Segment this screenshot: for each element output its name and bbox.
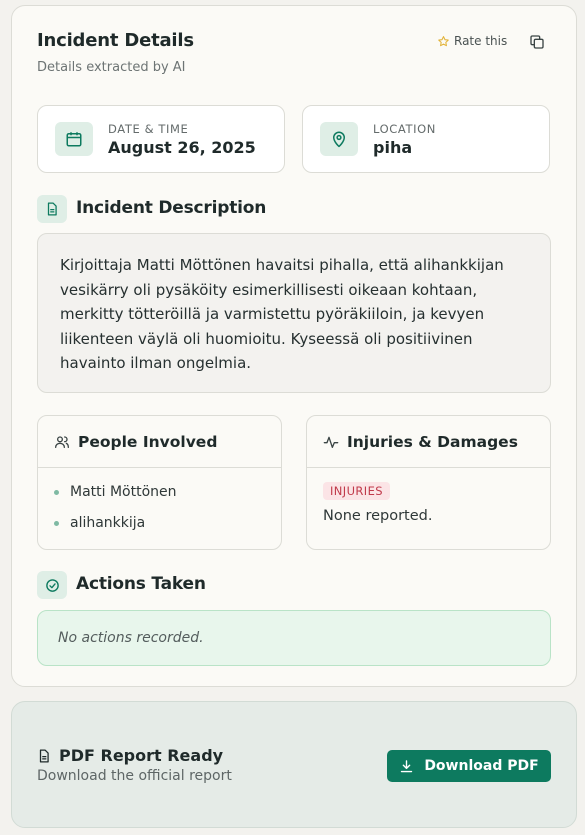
location-label: LOCATION bbox=[373, 122, 436, 136]
incident-details-card: Incident Details Details extracted by AI… bbox=[11, 5, 577, 687]
document-icon bbox=[37, 195, 67, 223]
injuries-damages-box: Injuries & Damages INJURIES None reporte… bbox=[306, 415, 551, 550]
activity-icon bbox=[323, 436, 339, 448]
injuries-value: None reported. bbox=[323, 508, 433, 524]
people-involved-header: People Involved bbox=[38, 416, 281, 468]
check-circle-icon bbox=[37, 571, 67, 599]
pdf-report-card: PDF Report Ready Download the official r… bbox=[11, 701, 577, 828]
date-time-value: August 26, 2025 bbox=[108, 138, 256, 157]
download-icon bbox=[401, 759, 413, 772]
bullet-dot bbox=[54, 489, 59, 495]
injuries-damages-header: Injuries & Damages bbox=[307, 416, 550, 468]
person-name: alihankkija bbox=[70, 515, 146, 531]
location-value: piha bbox=[373, 138, 413, 157]
copy-icon[interactable] bbox=[529, 34, 545, 50]
page-title: Incident Details bbox=[37, 30, 194, 51]
date-time-label: DATE & TIME bbox=[108, 122, 189, 136]
page-subtitle: Details extracted by AI bbox=[37, 60, 186, 75]
list-item: alihankkija bbox=[54, 515, 145, 531]
injuries-damages-title: Injuries & Damages bbox=[347, 432, 518, 451]
map-pin-icon bbox=[320, 122, 358, 156]
rate-this-label: Rate this bbox=[454, 34, 508, 48]
star-icon bbox=[438, 35, 449, 46]
calendar-icon bbox=[55, 122, 93, 156]
injuries-badge: INJURIES bbox=[323, 482, 390, 500]
pdf-report-subtitle: Download the official report bbox=[37, 768, 232, 784]
download-pdf-label: Download PDF bbox=[424, 758, 539, 774]
incident-description-title: Incident Description bbox=[76, 198, 267, 218]
person-name: Matti Möttönen bbox=[70, 484, 177, 500]
list-item: Matti Möttönen bbox=[54, 484, 177, 500]
actions-empty-state: No actions recorded. bbox=[37, 610, 551, 666]
actions-taken-title: Actions Taken bbox=[76, 574, 206, 594]
pdf-report-title-row: PDF Report Ready bbox=[37, 746, 223, 765]
pdf-report-title: PDF Report Ready bbox=[59, 746, 224, 765]
file-icon bbox=[39, 749, 49, 762]
people-involved-box: People Involved Matti Möttönen alihankki… bbox=[37, 415, 282, 550]
incident-description-text: Kirjoittaja Matti Möttönen havaitsi piha… bbox=[37, 233, 551, 393]
date-time-box: DATE & TIME August 26, 2025 bbox=[37, 105, 285, 173]
users-icon bbox=[55, 435, 69, 448]
bullet-dot bbox=[54, 520, 59, 526]
people-involved-title: People Involved bbox=[78, 432, 218, 451]
download-pdf-button[interactable]: Download PDF bbox=[387, 750, 551, 782]
rate-this-button[interactable]: Rate this bbox=[437, 34, 507, 48]
location-box: LOCATION piha bbox=[302, 105, 550, 173]
